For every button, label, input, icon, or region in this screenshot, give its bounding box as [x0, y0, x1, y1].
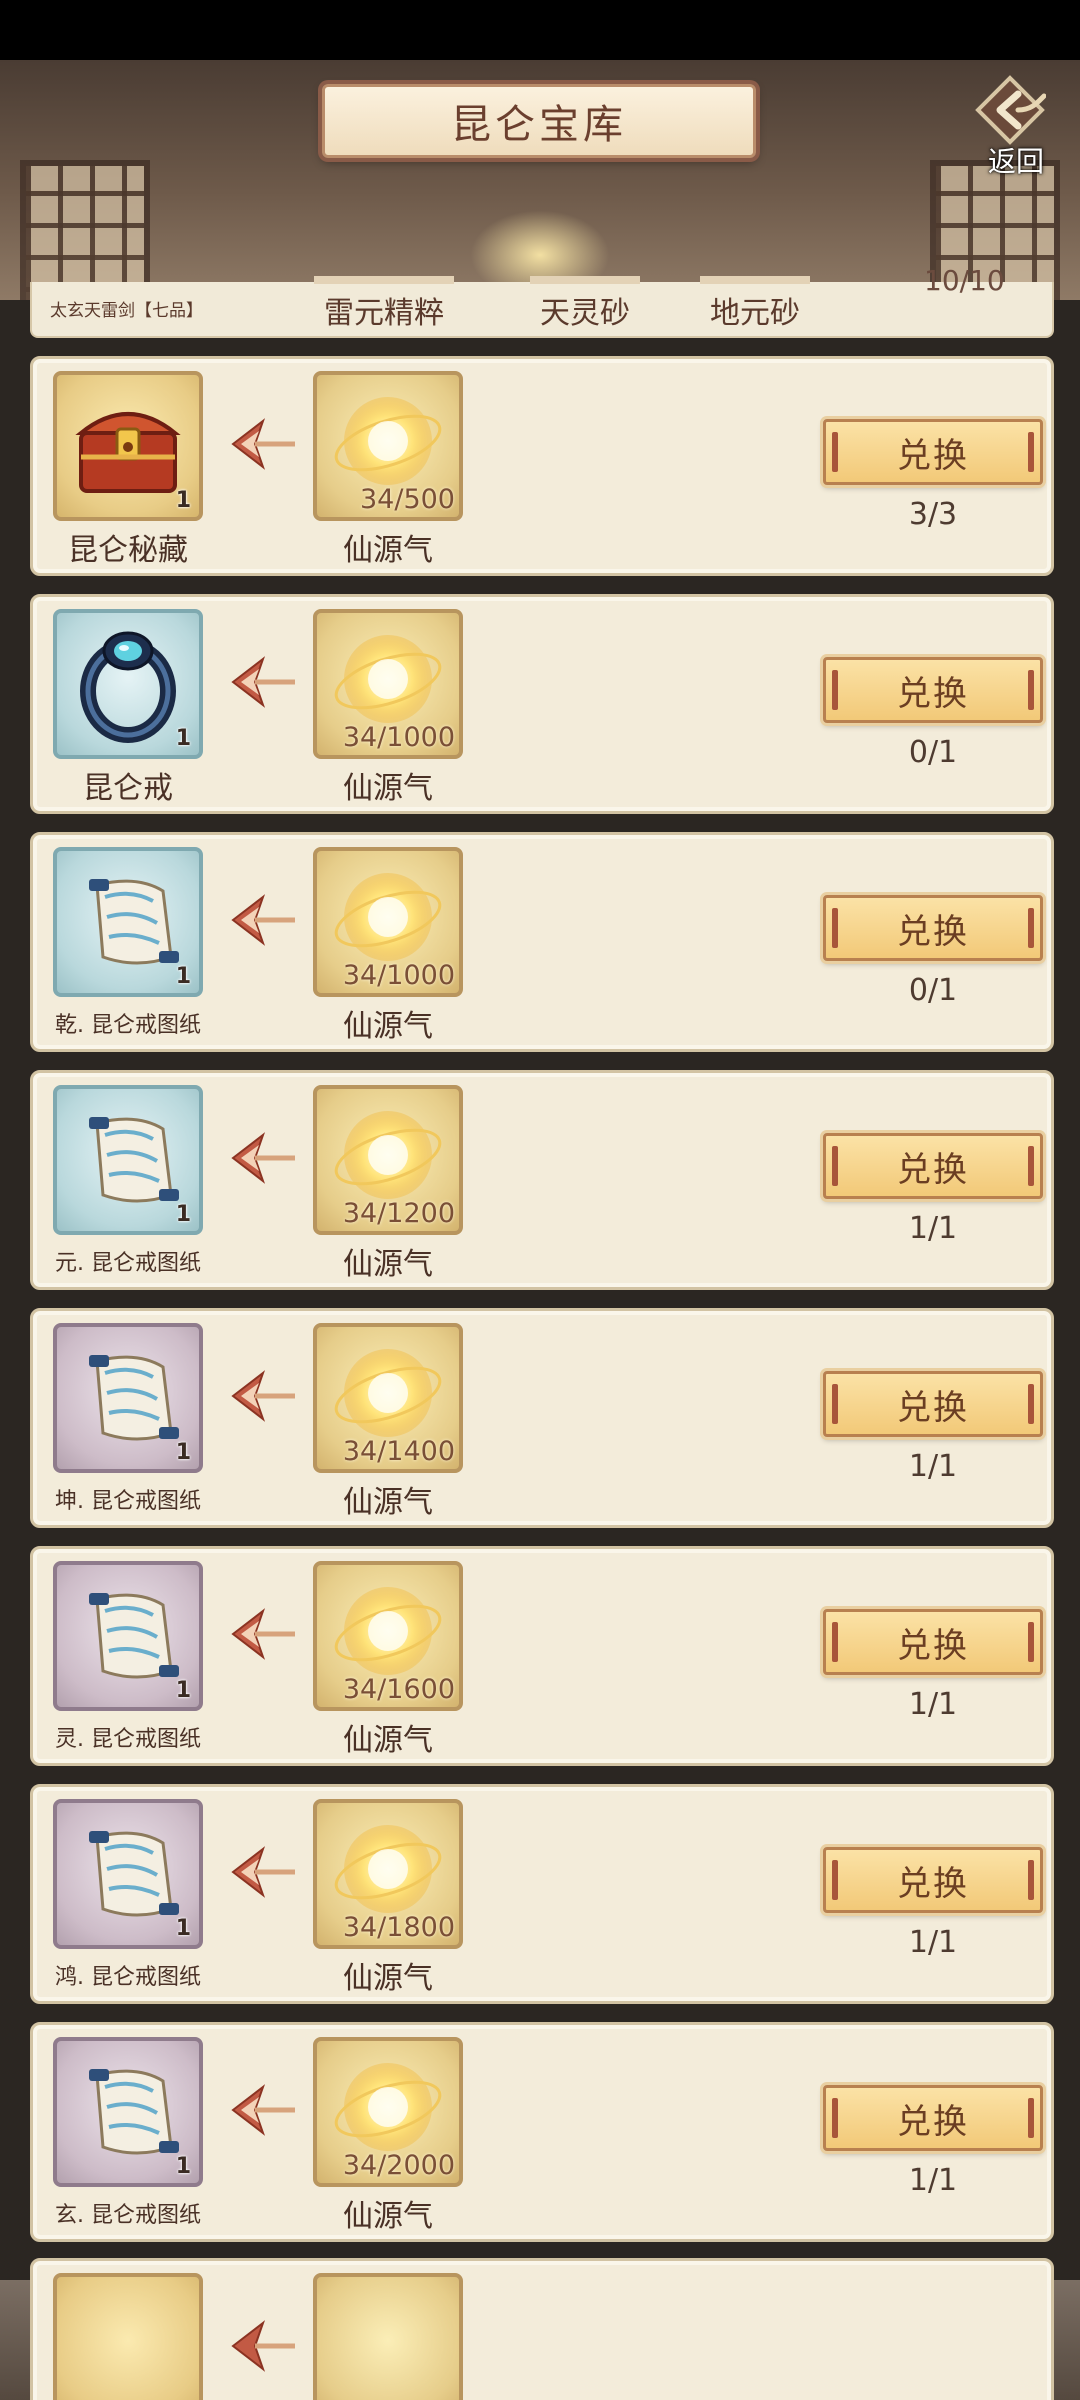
item-name: 玄. 昆仑戒图纸 — [55, 2203, 201, 2228]
cost-slot[interactable]: 34/1000 — [313, 847, 463, 997]
partial-exchange-card: 10/10 太玄天雷剑【七品】 雷元精粹 天灵砂 地元砂 — [30, 264, 1054, 338]
cost-quantity: 34/2000 — [342, 2150, 455, 2181]
exchange-card: 1 鸿. 昆仑戒图纸 34/1800 仙源气 兑换 1/1 — [30, 1784, 1054, 2004]
exchange-limit: 1/1 — [908, 2163, 958, 2198]
cost-slot[interactable]: 34/500 — [313, 371, 463, 521]
exchange-button[interactable]: 兑换 — [823, 2085, 1043, 2151]
exchange-card-partial — [30, 2258, 1054, 2400]
currency-name: 仙源气 — [299, 1001, 477, 1045]
cost-slot[interactable]: 34/1000 — [313, 609, 463, 759]
cost-slot[interactable]: 34/1800 — [313, 1799, 463, 1949]
item-slot[interactable]: 1 — [53, 609, 203, 759]
partial-limit-text: 10/10 — [924, 264, 1005, 297]
exchange-button[interactable]: 兑换 — [823, 1133, 1043, 1199]
partial-item-name: 太玄天雷剑【七品】 — [50, 301, 203, 321]
cost-slot — [313, 2273, 463, 2400]
item-quantity: 1 — [175, 726, 191, 751]
exchange-button[interactable]: 兑换 — [823, 419, 1043, 485]
currency-name: 仙源气 — [299, 1239, 477, 1283]
exchange-button[interactable]: 兑换 — [823, 1371, 1043, 1437]
cost-slot[interactable]: 34/1600 — [313, 1561, 463, 1711]
material-name: 天灵砂 — [530, 276, 640, 332]
exchange-button[interactable]: 兑换 — [823, 657, 1043, 723]
cost-slot[interactable]: 34/2000 — [313, 2037, 463, 2187]
title-banner: 昆仑宝库 — [322, 84, 756, 158]
back-label: 返回 — [987, 145, 1044, 178]
cost-quantity: 34/1200 — [342, 1198, 455, 1229]
exchange-limit: 1/1 — [908, 1211, 958, 1246]
exchange-button[interactable]: 兑换 — [823, 1609, 1043, 1675]
item-quantity: 1 — [175, 1916, 191, 1941]
exchange-limit: 3/3 — [908, 497, 958, 532]
cost-slot[interactable]: 34/1400 — [313, 1323, 463, 1473]
exchange-arrow-icon — [231, 1370, 295, 1422]
item-name: 坤. 昆仑戒图纸 — [55, 1489, 201, 1514]
background-window — [20, 160, 150, 300]
exchange-arrow-icon — [231, 1132, 295, 1184]
item-name: 昆仑秘藏 — [68, 533, 188, 568]
exchange-card: 1 昆仑秘藏 34/500 仙源气 兑换 3/3 — [30, 356, 1054, 576]
currency-name: 仙源气 — [299, 763, 477, 807]
item-quantity: 1 — [175, 1202, 191, 1227]
exchange-arrow-icon — [231, 2320, 295, 2372]
currency-name: 仙源气 — [299, 1477, 477, 1521]
exchange-button[interactable]: 兑换 — [823, 1847, 1043, 1913]
currency-name: 仙源气 — [299, 1953, 477, 1997]
item-quantity: 1 — [175, 2154, 191, 2179]
item-slot[interactable]: 1 — [53, 1085, 203, 1235]
material-name: 雷元精粹 — [314, 276, 454, 332]
item-quantity: 1 — [175, 1678, 191, 1703]
exchange-arrow-icon — [231, 656, 295, 708]
item-name: 灵. 昆仑戒图纸 — [55, 1727, 201, 1752]
item-name: 乾. 昆仑戒图纸 — [55, 1013, 201, 1038]
cost-quantity: 34/1400 — [342, 1436, 455, 1467]
exchange-arrow-icon — [231, 1608, 295, 1660]
exchange-limit: 0/1 — [908, 735, 958, 770]
cost-quantity: 34/1600 — [342, 1674, 455, 1705]
exchange-card: 1 乾. 昆仑戒图纸 34/1000 仙源气 兑换 0/1 — [30, 832, 1054, 1052]
currency-name: 仙源气 — [299, 1715, 477, 1759]
item-quantity: 1 — [175, 964, 191, 989]
item-quantity: 1 — [175, 1440, 191, 1465]
exchange-card: 1 灵. 昆仑戒图纸 34/1600 仙源气 兑换 1/1 — [30, 1546, 1054, 1766]
item-quantity: 1 — [175, 488, 191, 513]
exchange-card: 1 坤. 昆仑戒图纸 34/1400 仙源气 兑换 1/1 — [30, 1308, 1054, 1528]
item-slot[interactable]: 1 — [53, 2037, 203, 2187]
exchange-arrow-icon — [231, 418, 295, 470]
exchange-arrow-icon — [231, 1846, 295, 1898]
exchange-card: 1 元. 昆仑戒图纸 34/1200 仙源气 兑换 1/1 — [30, 1070, 1054, 1290]
cost-quantity: 34/1000 — [342, 722, 455, 753]
item-slot[interactable]: 1 — [53, 847, 203, 997]
exchange-limit: 1/1 — [908, 1925, 958, 1960]
back-arrow-icon — [975, 75, 1046, 145]
page-title: 昆仑宝库 — [451, 102, 627, 148]
cost-quantity: 34/1800 — [342, 1912, 455, 1943]
exchange-arrow-icon — [231, 2084, 295, 2136]
currency-name: 仙源气 — [299, 2191, 477, 2235]
exchange-limit: 1/1 — [908, 1687, 958, 1722]
item-slot[interactable]: 1 — [53, 1561, 203, 1711]
exchange-limit: 0/1 — [908, 973, 958, 1008]
exchange-arrow-icon — [231, 894, 295, 946]
item-name: 元. 昆仑戒图纸 — [55, 1251, 201, 1276]
status-bar — [0, 0, 1080, 60]
item-slot[interactable] — [53, 2273, 203, 2400]
material-name: 地元砂 — [700, 276, 810, 332]
exchange-limit: 1/1 — [908, 1449, 958, 1484]
item-slot[interactable]: 1 — [53, 1323, 203, 1473]
exchange-button[interactable]: 兑换 — [823, 895, 1043, 961]
currency-name: 仙源气 — [299, 525, 477, 569]
item-name: 昆仑戒 — [83, 771, 173, 806]
cost-slot[interactable]: 34/1200 — [313, 1085, 463, 1235]
cost-quantity: 34/1000 — [342, 960, 455, 991]
exchange-card: 1 玄. 昆仑戒图纸 34/2000 仙源气 兑换 1/1 — [30, 2022, 1054, 2242]
exchange-card: 1 昆仑戒 34/1000 仙源气 兑换 0/1 — [30, 594, 1054, 814]
cost-quantity: 34/500 — [360, 484, 455, 515]
item-name: 鸿. 昆仑戒图纸 — [55, 1965, 201, 1990]
back-button[interactable]: 返回 — [962, 70, 1070, 180]
item-slot[interactable]: 1 — [53, 1799, 203, 1949]
item-slot[interactable]: 1 — [53, 371, 203, 521]
